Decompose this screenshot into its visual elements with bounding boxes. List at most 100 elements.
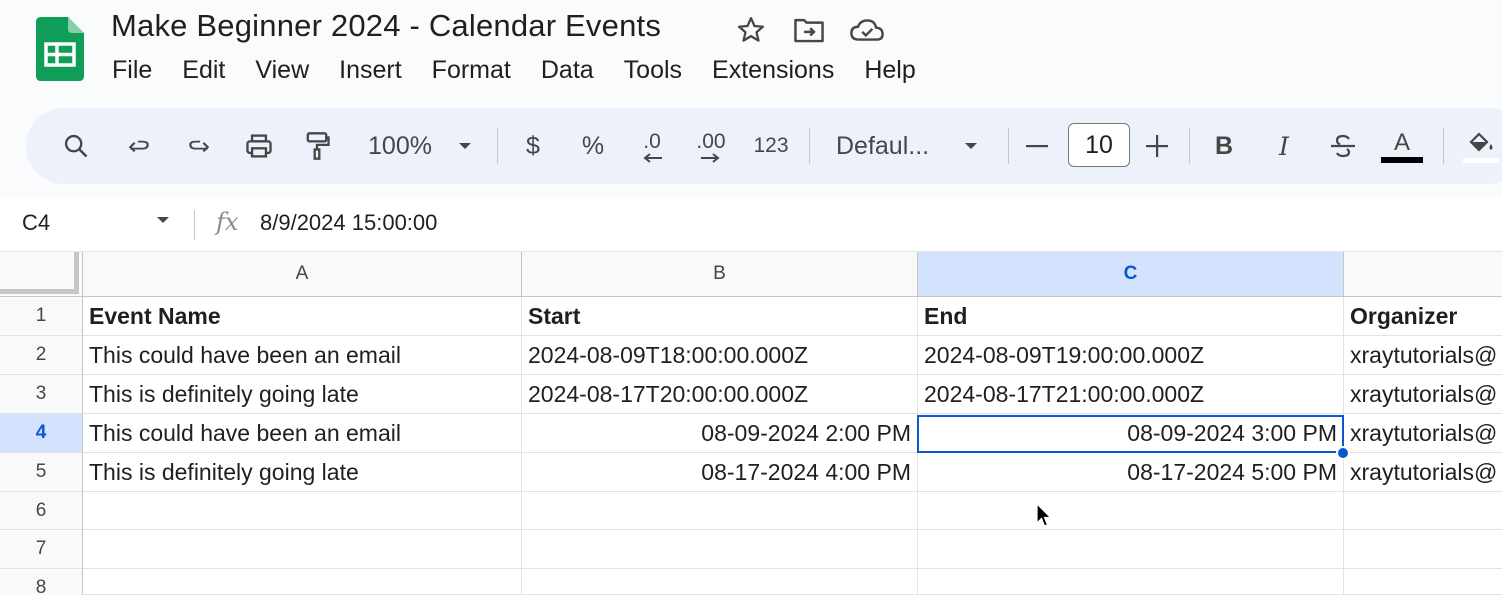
cell-a6[interactable] [83,492,522,530]
zoom-chevron-down-icon[interactable] [454,108,476,184]
select-all-corner[interactable] [0,252,83,297]
cell-b6[interactable] [522,492,918,530]
row-header-7[interactable]: 7 [0,530,83,569]
cell-d4[interactable]: xraytutorials@ [1344,414,1502,453]
cell-d5[interactable]: xraytutorials@ [1344,453,1502,492]
decrease-decimal-button[interactable]: .0 [632,108,672,184]
font-family-select[interactable]: Defaul... [836,108,946,184]
menu-tools[interactable]: Tools [624,56,682,85]
text-color-label: A [1393,129,1410,156]
move-to-folder-icon[interactable] [791,13,827,47]
row-header-4[interactable]: 4 [0,414,83,453]
cell-b2[interactable]: 2024-08-09T18:00:00.000Z [522,336,918,375]
cell-b5[interactable]: 08-17-2024 4:00 PM [522,453,918,492]
font-size-input[interactable]: 10 [1068,123,1130,167]
row-header-3[interactable]: 3 [0,375,83,414]
increase-decimal-button[interactable]: .00 [690,108,732,184]
cell-a2[interactable]: This could have been an email [83,336,522,375]
percent-format-button[interactable]: % [576,108,610,184]
cell-a8[interactable] [83,569,522,595]
toolbar-divider [1189,128,1190,164]
cell-c5[interactable]: 08-17-2024 5:00 PM [918,453,1344,492]
more-formats-button[interactable]: 123 [750,108,792,184]
document-title[interactable]: Make Beginner 2024 - Calendar Events [111,8,661,44]
cell-c6[interactable] [918,492,1344,530]
row-header-5[interactable]: 5 [0,453,83,492]
zoom-select[interactable]: 100% [360,108,440,184]
name-box-chevron-down-icon[interactable] [155,212,171,230]
star-icon[interactable] [733,13,769,47]
cell-c7[interactable] [918,530,1344,569]
column-header-b[interactable]: B [522,252,918,297]
name-box[interactable]: C4 [22,210,50,236]
cell-c4[interactable]: 08-09-2024 3:00 PM [918,414,1344,453]
fill-handle[interactable] [1336,446,1350,460]
menu-help[interactable]: Help [864,56,915,85]
cell-c2[interactable]: 2024-08-09T19:00:00.000Z [918,336,1344,375]
italic-button[interactable]: I [1270,108,1298,184]
toolbar-divider [497,128,498,164]
search-icon[interactable] [58,108,94,184]
redo-icon[interactable] [182,108,216,184]
undo-icon[interactable] [122,108,156,184]
cell-d8[interactable] [1344,569,1502,595]
sheets-logo-icon[interactable] [36,17,84,81]
column-header-c[interactable]: C [918,252,1344,297]
row-header-6[interactable]: 6 [0,492,83,530]
menu-extensions[interactable]: Extensions [712,56,834,85]
menu-data[interactable]: Data [541,56,594,85]
row-header-8[interactable]: 8 [0,569,83,595]
cell-c8[interactable] [918,569,1344,595]
cell-c1[interactable]: End [918,297,1344,336]
menu-view[interactable]: View [255,56,309,85]
row-header-2[interactable]: 2 [0,336,83,375]
font-chevron-down-icon[interactable] [960,108,982,184]
cell-b8[interactable] [522,569,918,595]
menu-edit[interactable]: Edit [182,56,225,85]
menu-file[interactable]: File [112,56,152,85]
cell-b7[interactable] [522,530,918,569]
cell-d1[interactable]: Organizer [1344,297,1502,336]
increase-font-size-icon[interactable] [1144,108,1170,184]
print-icon[interactable] [240,108,278,184]
row-header-1[interactable]: 1 [0,297,83,336]
toolbar-divider [809,128,810,164]
menu-insert[interactable]: Insert [339,56,402,85]
currency-format-button[interactable]: $ [518,108,548,184]
percent-label: % [581,131,605,160]
menu-format[interactable]: Format [432,56,511,85]
paint-format-icon[interactable] [300,108,334,184]
cell-d7[interactable] [1344,530,1502,569]
fill-color-icon[interactable] [1462,108,1500,184]
cell-a1[interactable]: Event Name [83,297,522,336]
toolbar-divider [1443,128,1444,164]
cell-a3[interactable]: This is definitely going late [83,375,522,414]
more-formats-label: 123 [753,134,789,157]
cloud-saved-icon[interactable] [849,13,885,47]
freeze-bar[interactable] [0,252,79,294]
formula-input[interactable]: 8/9/2024 15:00:00 [260,210,437,236]
cell-b1[interactable]: Start [522,297,918,336]
strikethrough-icon[interactable] [1326,108,1360,184]
decrease-font-size-icon[interactable] [1024,108,1050,184]
bold-button[interactable]: B [1210,108,1238,184]
cell-d2[interactable]: xraytutorials@ [1344,336,1502,375]
cell-c3[interactable]: 2024-08-17T21:00:00.000Z [918,375,1344,414]
mouse-pointer-icon [1036,502,1052,534]
cell-b3[interactable]: 2024-08-17T20:00:00.000Z [522,375,918,414]
column-header-a[interactable]: A [83,252,522,297]
bold-label: B [1214,131,1234,160]
cell-a4[interactable]: This could have been an email [83,414,522,453]
decrease-decimal-label: .0 [643,130,661,153]
column-header-d[interactable] [1344,252,1502,297]
cell-d6[interactable] [1344,492,1502,530]
cell-a5[interactable]: This is definitely going late [83,453,522,492]
text-color-button[interactable]: A [1380,108,1424,184]
currency-label: $ [526,131,540,160]
toolbar: 100% $ % .0 .00 123 Defaul... 10 B I A [26,108,1502,184]
cell-a7[interactable] [83,530,522,569]
cell-b4[interactable]: 08-09-2024 2:00 PM [522,414,918,453]
text-color-swatch [1381,157,1423,163]
italic-label: I [1279,131,1289,161]
cell-d3[interactable]: xraytutorials@ [1344,375,1502,414]
